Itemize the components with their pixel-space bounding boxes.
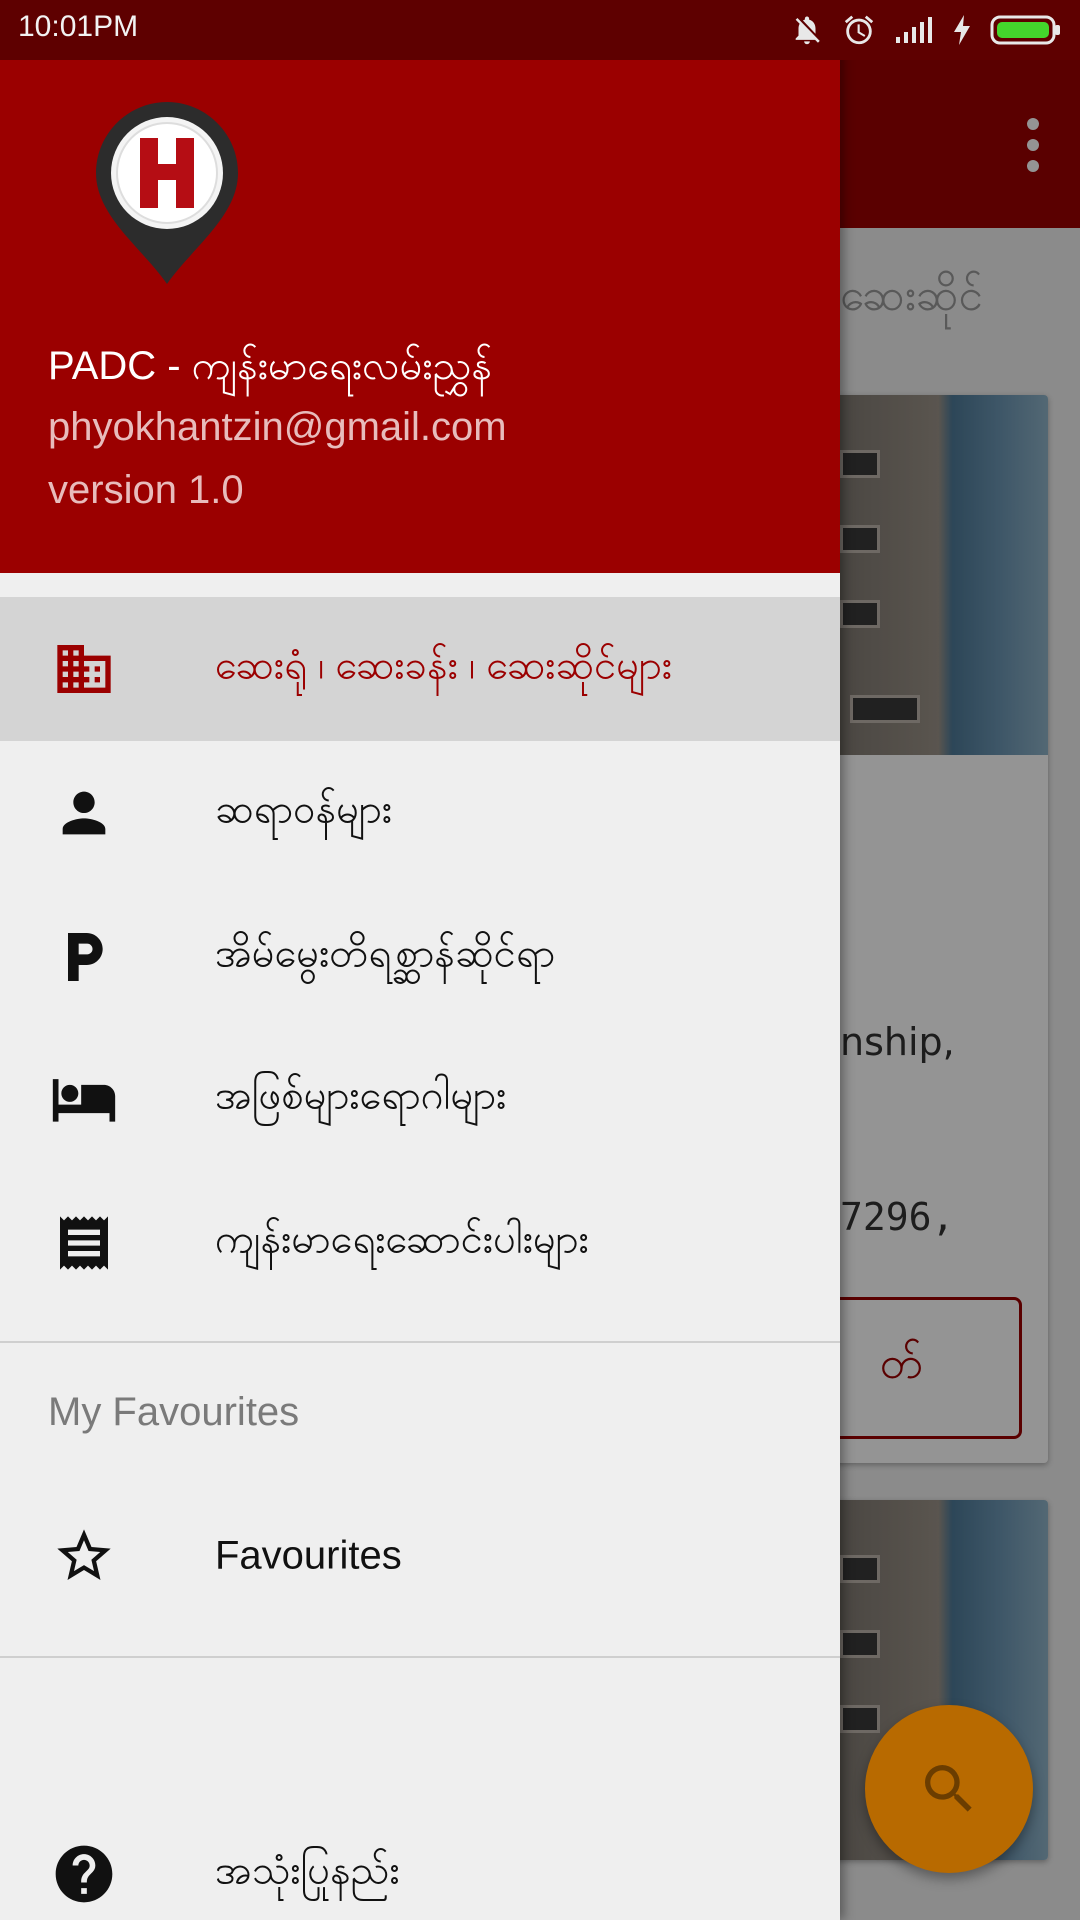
alarm-icon (844, 15, 874, 45)
search-icon (925, 1765, 972, 1812)
star-outline-icon (50, 1522, 118, 1590)
nav-item-label: ဆေးရုံ ၊ ဆေးခန်း ၊ ဆေးဆိုင်များ (215, 643, 673, 688)
help-icon (50, 1840, 118, 1908)
receipt-icon (50, 1209, 118, 1277)
navigation-drawer: PADC - ကျန်းမာရေးလမ်းညွှန် phyokhantzin@… (0, 0, 840, 1920)
nav-item-label: အိမ်မွေးတိရစ္ဆာန်ဆိုင်ရာ (215, 931, 556, 976)
nav-item-pets[interactable]: အိမ်မွေးတိရစ္ဆာန်ဆိုင်ရာ (0, 885, 840, 1029)
charging-icon (954, 15, 970, 45)
nav-item-label: ဆရာဝန်များ (215, 787, 393, 832)
building-icon (50, 635, 118, 703)
nav-item-label: Favourites (215, 1533, 402, 1578)
person-icon (50, 779, 118, 847)
signal-icon (896, 17, 932, 43)
bed-icon (50, 1065, 118, 1133)
nav-item-articles[interactable]: ကျန်းမာရေးဆောင်းပါးများ (0, 1171, 840, 1315)
divider (0, 1656, 840, 1658)
app-title: PADC - ကျန်းမာရေးလမ်းညွှန် (48, 344, 493, 388)
nav-item-diseases[interactable]: အဖြစ်များရောဂါများ (0, 1027, 840, 1171)
drawer-header: PADC - ကျန်းမာရေးလမ်းညွှန် phyokhantzin@… (0, 60, 840, 573)
search-fab[interactable] (865, 1705, 1033, 1873)
nav-item-label: ကျန်းမာရေးဆောင်းပါးများ (215, 1217, 589, 1262)
parking-icon (50, 923, 118, 991)
status-time: 10:01PM (18, 10, 139, 43)
app-logo-icon (96, 102, 238, 284)
battery-icon (990, 15, 1060, 45)
status-icons (790, 10, 1062, 50)
nav-item-help[interactable]: အသုံးပြုနည်း (0, 1802, 840, 1920)
favourites-section-header: My Favourites (48, 1390, 300, 1434)
divider (0, 1341, 840, 1343)
mute-icon (795, 16, 820, 45)
app-version: version 1.0 (48, 468, 244, 512)
user-email: phyokhantzin@gmail.com (48, 405, 507, 449)
nav-item-doctors[interactable]: ဆရာဝန်များ (0, 741, 840, 885)
nav-item-favourites[interactable]: Favourites (0, 1484, 840, 1628)
nav-item-label: အသုံးပြုနည်း (215, 1848, 400, 1893)
status-bar: 10:01PM (0, 0, 1080, 60)
nav-item-hospitals[interactable]: ဆေးရုံ ၊ ဆေးခန်း ၊ ဆေးဆိုင်များ (0, 597, 840, 741)
nav-item-label: အဖြစ်များရောဂါများ (215, 1073, 507, 1118)
